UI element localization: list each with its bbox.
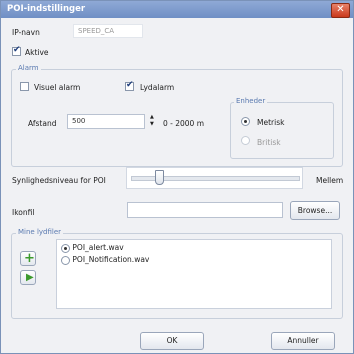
sound-file-radio[interactable] xyxy=(61,243,70,253)
visual-alarm-checkbox[interactable] xyxy=(20,82,29,91)
slider-thumb[interactable] xyxy=(155,170,164,185)
visibility-label: Synlighedsniveau for POI xyxy=(12,176,106,185)
visual-alarm-label: Visuel alarm xyxy=(34,83,81,92)
sound-file-item[interactable]: POI_alert.wav xyxy=(61,243,124,253)
icon-file-field[interactable] xyxy=(127,202,283,218)
sound-files-legend: Mine lydfiler xyxy=(16,228,64,236)
sound-alarm-label: Lydalarm xyxy=(140,83,175,92)
play-icon: ▶ xyxy=(26,272,34,283)
play-sound-button[interactable]: ▶ xyxy=(20,270,36,285)
british-radio[interactable] xyxy=(241,136,250,145)
visibility-slider[interactable] xyxy=(126,167,303,189)
ip-name-value: SPEED_CA xyxy=(78,27,115,35)
sound-file-label: POI_Notification.wav xyxy=(72,255,150,264)
ip-name-field[interactable]: SPEED_CA xyxy=(73,24,143,38)
active-checkbox[interactable] xyxy=(12,45,21,56)
icon-file-label: Ikonfil xyxy=(12,208,35,217)
units-group xyxy=(230,102,334,159)
active-label: Aktive xyxy=(25,48,49,57)
title-bar: POI-indstillinger ✕ xyxy=(1,1,353,18)
window-title: POI-indstillinger xyxy=(7,4,86,14)
alarm-legend: Alarm xyxy=(16,64,41,72)
ok-button[interactable]: OK xyxy=(140,332,204,350)
british-label: Britisk xyxy=(257,138,281,147)
sound-file-label: POI_alert.wav xyxy=(72,243,124,252)
close-button[interactable]: ✕ xyxy=(331,3,350,18)
distance-range: 0 - 2000 m xyxy=(163,119,205,128)
spinner-down-icon[interactable]: ▼ xyxy=(150,121,154,127)
browse-button[interactable]: Browse... xyxy=(290,201,340,220)
add-sound-button[interactable]: + xyxy=(20,251,36,266)
units-legend: Enheder xyxy=(234,97,268,105)
metric-radio[interactable] xyxy=(241,117,250,126)
sound-files-list: POI_alert.wav POI_Notification.wav xyxy=(56,239,332,309)
plus-icon: + xyxy=(24,251,35,266)
distance-spinner[interactable]: ▲ ▼ xyxy=(149,114,157,129)
sound-file-item[interactable]: POI_Notification.wav xyxy=(61,255,149,265)
cancel-button[interactable]: Annuller xyxy=(271,332,335,350)
sound-alarm-checkbox[interactable] xyxy=(125,80,134,91)
poi-settings-dialog: POI-indstillinger ✕ IP-navn SPEED_CA Akt… xyxy=(0,0,354,354)
distance-value: 500 xyxy=(72,117,86,125)
distance-label: Afstand xyxy=(28,119,57,128)
sound-file-radio[interactable] xyxy=(61,255,70,265)
close-icon: ✕ xyxy=(336,4,345,15)
visibility-value: Mellem xyxy=(316,176,344,185)
spinner-up-icon[interactable]: ▲ xyxy=(150,114,154,120)
distance-field[interactable]: 500 xyxy=(67,114,145,129)
ip-name-label: IP-navn xyxy=(12,28,40,37)
metric-label: Metrisk xyxy=(257,118,285,127)
